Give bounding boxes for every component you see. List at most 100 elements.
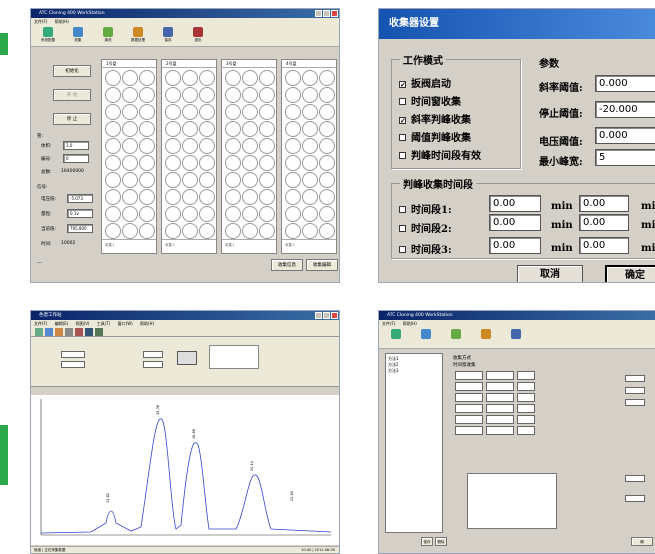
maximize-button[interactable] bbox=[323, 312, 330, 319]
ok-button[interactable]: 确定 bbox=[605, 265, 655, 282]
apply-button[interactable] bbox=[177, 351, 197, 365]
tool-icon[interactable] bbox=[55, 328, 63, 336]
mode-period-checkbox[interactable]: 判峰时间段有效 bbox=[399, 147, 481, 162]
config-icon bbox=[391, 329, 401, 339]
tool-icon[interactable] bbox=[85, 328, 93, 336]
tool-wash-button[interactable]: 清洗 bbox=[97, 27, 119, 44]
tool-exit-button[interactable]: 退出 bbox=[187, 27, 209, 44]
close-button[interactable] bbox=[331, 10, 338, 17]
period-2-end-input[interactable]: 0.00 bbox=[579, 214, 629, 231]
table-row[interactable] bbox=[455, 382, 595, 391]
table-row[interactable] bbox=[455, 371, 595, 380]
method-list[interactable]: 方法1 方法2 方法3 bbox=[385, 353, 443, 533]
collector-settings-dialog: 收集器设置 工作模式 ✓ 扳阀启动 时间窗收集 ✓ 斜率判峰收集 阈值判峰收集 判峰… bbox=[378, 8, 655, 283]
menu-tools[interactable]: 工具(T) bbox=[97, 321, 111, 326]
number-field[interactable]: 0 bbox=[63, 154, 89, 163]
tool-icon[interactable] bbox=[75, 328, 83, 336]
minimize-button[interactable] bbox=[315, 312, 322, 319]
close-button[interactable] bbox=[331, 312, 338, 319]
save-method-button[interactable]: 保存 bbox=[421, 537, 433, 546]
collect-info-button[interactable]: 收集信息 bbox=[271, 259, 303, 271]
menu-file[interactable]: 文件(F) bbox=[382, 321, 395, 326]
collect-edit-button[interactable]: 收集编辑 bbox=[306, 259, 338, 271]
table-row[interactable] bbox=[455, 393, 595, 402]
menu-file[interactable]: 文件(F) bbox=[34, 321, 47, 326]
menu-help[interactable]: 帮助(H) bbox=[403, 321, 417, 326]
peak-table bbox=[467, 473, 557, 529]
unit-label: min bbox=[551, 201, 573, 212]
menu-view[interactable]: 视图(V) bbox=[76, 321, 90, 326]
maximize-button[interactable] bbox=[323, 10, 330, 17]
delete-method-button[interactable]: 删除 bbox=[435, 537, 447, 546]
window-title: ATC Cloning 400 WorkStation bbox=[39, 11, 105, 16]
tool-data-button[interactable]: 数据处理 bbox=[127, 27, 149, 44]
rack-4: 4号盘 收集1 bbox=[281, 59, 337, 254]
tube-grid[interactable] bbox=[102, 68, 156, 241]
table-row[interactable] bbox=[455, 415, 595, 424]
start-button[interactable]: 开 始 bbox=[53, 89, 91, 101]
collect-section-label: 收集方式 bbox=[453, 356, 471, 361]
menu-file[interactable]: 文件(F) bbox=[34, 19, 47, 24]
tool-button[interactable] bbox=[505, 329, 527, 346]
tool-icon[interactable] bbox=[35, 328, 43, 336]
init-button[interactable]: 初始化 bbox=[53, 65, 91, 77]
menu-edit[interactable]: 编辑(E) bbox=[55, 321, 69, 326]
settings-field[interactable] bbox=[625, 495, 645, 502]
menu-help[interactable]: 帮助(H) bbox=[140, 321, 154, 326]
tube-grid[interactable] bbox=[222, 68, 276, 241]
unit-label: mi bbox=[641, 220, 655, 231]
settings-field[interactable] bbox=[625, 475, 645, 482]
mode-time-window-checkbox[interactable]: 时间窗收集 bbox=[399, 93, 461, 108]
period-2-checkbox[interactable]: 时间段2: bbox=[399, 220, 452, 235]
period-3-checkbox[interactable]: 时间段3: bbox=[399, 241, 452, 256]
period-3-end-input[interactable]: 0.00 bbox=[579, 237, 629, 254]
list-item[interactable]: 方法3 bbox=[388, 368, 440, 374]
volume-field[interactable]: 1.0 bbox=[63, 141, 89, 150]
mode-threshold-checkbox[interactable]: 阈值判峰收集 bbox=[399, 129, 471, 144]
settings-field[interactable] bbox=[143, 361, 163, 368]
range-select[interactable]: 0.1v bbox=[67, 209, 93, 218]
settings-field[interactable] bbox=[625, 375, 645, 382]
collect-icon bbox=[73, 27, 83, 37]
menu-help[interactable]: 帮助(H) bbox=[55, 19, 69, 24]
settings-field[interactable] bbox=[61, 361, 85, 368]
minimize-button[interactable] bbox=[315, 10, 322, 17]
settings-field[interactable] bbox=[61, 351, 85, 358]
tool-button[interactable] bbox=[475, 329, 497, 346]
table-row[interactable] bbox=[455, 404, 595, 413]
table-row[interactable] bbox=[455, 426, 595, 435]
tool-icon[interactable] bbox=[95, 328, 103, 336]
settings-field[interactable] bbox=[625, 399, 645, 406]
period-1-end-input[interactable]: 0.00 bbox=[579, 195, 629, 212]
period-1-checkbox[interactable]: 时间段1: bbox=[399, 201, 452, 216]
period-1-start-input[interactable]: 0.00 bbox=[489, 195, 541, 212]
tool-icon[interactable] bbox=[45, 328, 53, 336]
stop-threshold-input[interactable]: -20.000 bbox=[595, 101, 655, 118]
confirm-button[interactable]: 确 bbox=[631, 537, 653, 546]
tool-button[interactable] bbox=[415, 329, 437, 346]
settings-field[interactable] bbox=[143, 351, 163, 358]
tube-grid[interactable] bbox=[162, 68, 216, 241]
peak-label: 16.89 bbox=[192, 429, 196, 439]
mode-valve-start-checkbox[interactable]: ✓ 扳阀启动 bbox=[399, 75, 451, 90]
tool-save-button[interactable]: 保存 bbox=[157, 27, 179, 44]
min-peak-width-input[interactable]: 5 bbox=[595, 149, 655, 166]
tool-button[interactable] bbox=[385, 329, 407, 346]
tube-grid[interactable] bbox=[282, 68, 336, 241]
period-3-start-input[interactable]: 0.00 bbox=[489, 237, 541, 254]
tool-collect-button[interactable]: 收集 bbox=[67, 27, 89, 44]
voltage-threshold-input[interactable]: 0.000 bbox=[595, 127, 655, 144]
tool-icon[interactable] bbox=[65, 328, 73, 336]
stop-button[interactable]: 停 止 bbox=[53, 113, 91, 125]
tool-config-button[interactable]: 系统配置 bbox=[37, 27, 59, 44]
slope-threshold-input[interactable]: 0.000 bbox=[595, 75, 655, 92]
rack-header: 3号盘 bbox=[222, 60, 276, 68]
tool-button[interactable] bbox=[445, 329, 467, 346]
period-2-start-input[interactable]: 0.00 bbox=[489, 214, 541, 231]
settings-field[interactable] bbox=[625, 387, 645, 394]
mode-slope-checkbox[interactable]: ✓ 斜率判峰收集 bbox=[399, 111, 471, 126]
cancel-button[interactable]: 取消 bbox=[517, 265, 583, 282]
check-icon: ✓ bbox=[399, 80, 406, 89]
menu-window[interactable]: 窗口(W) bbox=[118, 321, 133, 326]
unit-label: mi bbox=[641, 201, 655, 212]
